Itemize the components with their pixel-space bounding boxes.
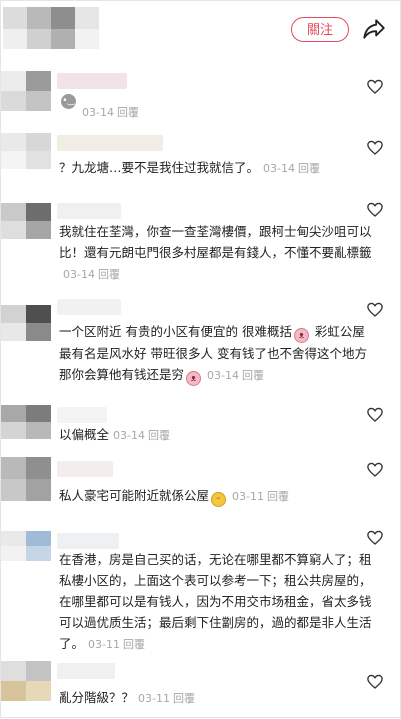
author-avatar-blurred[interactable] [3,7,99,49]
avatar[interactable] [1,531,51,561]
reply-button[interactable]: 回覆 [267,490,289,503]
comment-date: 03-11 [138,692,170,705]
pig-face-emoji: ᴥ [293,328,309,343]
avatar[interactable] [1,405,51,439]
comment-text: 在香港，房是自己买的话，无论在哪里都不算窮人了；租私樓小区的，上面这个表可以参考… [59,552,372,651]
heart-outline-icon[interactable] [366,301,384,319]
comment-date: 03-14 [82,106,114,119]
comment-date: 03-14 [263,162,295,175]
comment-item: 以偏概全 03-14 回覆 [1,399,401,449]
grinning-sweat-emoji: ᵕ [211,492,227,507]
comment-item: 私人豪宅可能附近就係公屋 ᵕ 03-11 回覆 [1,449,401,523]
share-arrow-icon[interactable] [361,16,387,42]
heart-outline-icon[interactable] [366,78,384,96]
avatar[interactable] [1,133,51,169]
comment-item: 在香港，房是自己买的话，无论在哪里都不算窮人了；租私樓小区的，上面这个表可以参考… [1,523,401,657]
heart-outline-icon[interactable] [366,201,384,219]
comment-item: 亂分階級？？ 03-11 回覆 [1,657,401,719]
reply-button[interactable]: 回覆 [117,106,139,119]
heart-outline-icon[interactable] [366,673,384,691]
comment-date: 03-14 [113,429,145,442]
heart-outline-icon[interactable] [366,139,384,157]
comment-text: 亂分階級？？ [59,690,135,705]
avatar[interactable] [1,203,51,239]
avatar[interactable] [1,457,51,501]
comment-text: ？九龙塘…要不是我住过我就信了。 [59,160,260,175]
username-blurred[interactable] [57,73,127,89]
reply-button[interactable]: 回覆 [148,429,170,442]
reply-button[interactable]: 回覆 [242,369,264,382]
reply-button[interactable]: 回覆 [298,162,320,175]
heart-outline-icon[interactable] [366,529,384,547]
username-blurred[interactable] [57,407,107,423]
comment-text: 私人豪宅可能附近就係公屋 [59,488,210,503]
heart-outline-icon[interactable] [366,461,384,479]
avatar[interactable] [1,71,51,111]
gray-face-emoji: •‿• [61,94,76,121]
follow-button[interactable]: 關注 [291,17,349,42]
comment-date: 03-14 [63,268,95,281]
comment-date: 03-14 [207,369,239,382]
heart-outline-icon[interactable] [366,406,384,424]
comment-item: ？九龙塘…要不是我住过我就信了。 03-14 回覆 [1,127,401,191]
comment-date: 03-11 [88,638,120,651]
avatar[interactable] [1,661,51,701]
username-blurred[interactable] [57,299,121,315]
username-blurred[interactable] [57,461,113,477]
comment-text: 以偏概全 [59,427,110,442]
username-blurred[interactable] [57,533,119,549]
comment-text: 我就住在荃灣，你查一查荃灣樓價，跟柯士甸尖沙咀可以比！還有元朗屯門很多村屋都是有… [59,224,372,260]
comment-item: •‿• 03-14 回覆 [1,65,401,127]
comment-text: 一个区附近 有贵的小区有便宜的 很难概括 [59,324,292,339]
username-blurred[interactable] [57,135,163,151]
reply-button[interactable]: 回覆 [98,268,120,281]
header-bar: 關注 [1,1,400,57]
comment-item: 我就住在荃灣，你查一查荃灣樓價，跟柯士甸尖沙咀可以比！還有元朗屯門很多村屋都是有… [1,191,401,289]
avatar[interactable] [1,305,51,341]
username-blurred[interactable] [57,663,115,679]
comment-date: 03-11 [232,490,264,503]
reply-button[interactable]: 回覆 [173,692,195,705]
username-blurred[interactable] [57,203,121,219]
comment-item: 一个区附近 有贵的小区有便宜的 很难概括 ᴥ 彩虹公屋最有名是风水好 带旺很多人 … [1,289,401,399]
reply-button[interactable]: 回覆 [123,638,145,651]
pig-face-emoji: ᴥ [186,371,202,386]
